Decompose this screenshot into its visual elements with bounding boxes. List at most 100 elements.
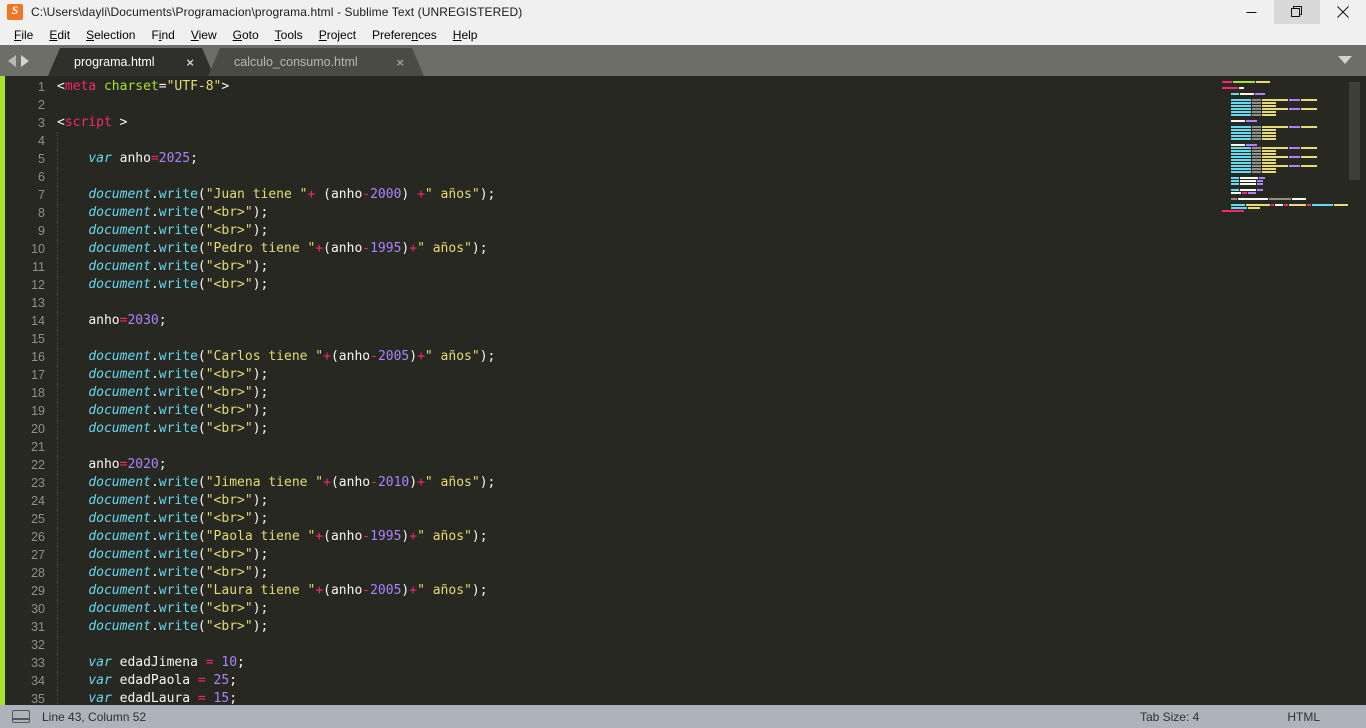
code-line[interactable]: 5 var anho=2025; xyxy=(0,150,1218,168)
console-panel-icon[interactable] xyxy=(12,710,30,723)
code-line[interactable]: 10 document.write("Pedro tiene "+(anho-1… xyxy=(0,240,1218,258)
code-line[interactable]: 14 anho=2030; xyxy=(0,312,1218,330)
close-button[interactable] xyxy=(1320,0,1366,24)
menu-item-edit[interactable]: Edit xyxy=(41,26,78,44)
menu-item-selection[interactable]: Selection xyxy=(78,26,143,44)
line-number: 24 xyxy=(31,494,45,508)
restore-button[interactable] xyxy=(1274,0,1320,24)
menu-item-help[interactable]: Help xyxy=(445,26,486,44)
minimap-segment xyxy=(1261,110,1276,113)
code-line[interactable]: 35 var edadLaura = 15; xyxy=(0,690,1218,705)
code-line[interactable]: 1 <meta charset="UTF-8"> xyxy=(0,78,1218,96)
syntax-label[interactable]: HTML xyxy=(1287,710,1320,724)
code-line[interactable]: 18 document.write("<br>"); xyxy=(0,384,1218,402)
tab-calculo_consumo-html[interactable]: calculo_consumo.html × xyxy=(208,48,424,76)
menu-item-view[interactable]: View xyxy=(183,26,225,44)
vertical-scrollbar[interactable] xyxy=(1349,82,1360,180)
minimap-segment xyxy=(1230,128,1251,131)
code-text: document.write("<br>"); xyxy=(88,259,269,274)
tab-close-icon[interactable]: × xyxy=(396,56,404,69)
minimap-segment xyxy=(1288,98,1300,101)
code-line[interactable]: 7 document.write("Juan tiene "+ (anho-20… xyxy=(0,186,1218,204)
code-line[interactable]: 30 document.write("<br>"); xyxy=(0,600,1218,618)
menu-item-tools[interactable]: Tools xyxy=(267,26,311,44)
minimap-segment xyxy=(1261,170,1276,173)
code-line[interactable]: 17 document.write("<br>"); xyxy=(0,366,1218,384)
line-number: 11 xyxy=(32,260,45,274)
minimap-segment xyxy=(1270,203,1275,206)
code-line[interactable]: 25 document.write("<br>"); xyxy=(0,510,1218,528)
menu-item-goto[interactable]: Goto xyxy=(225,26,267,44)
indent-guide xyxy=(57,132,59,150)
minimap-segment xyxy=(1239,179,1256,182)
code-line[interactable]: 22 anho=2020; xyxy=(0,456,1218,474)
minimap-segment xyxy=(1261,161,1276,164)
code-line[interactable]: 13 xyxy=(0,294,1218,312)
minimap-segment xyxy=(1222,86,1238,89)
code-line[interactable]: 26 document.write("Paola tiene "+(anho-1… xyxy=(0,528,1218,546)
minimap-segment xyxy=(1237,197,1268,200)
menu-item-project[interactable]: Project xyxy=(311,26,364,44)
code-text: var edadLaura = 15; xyxy=(88,691,238,705)
minimap-segment xyxy=(1251,161,1261,164)
minimap-segment xyxy=(1239,188,1256,191)
tab-programa-html[interactable]: programa.html × xyxy=(48,48,214,76)
minimap-segment xyxy=(1230,137,1251,140)
code-line[interactable]: 19 document.write("<br>"); xyxy=(0,402,1218,420)
code-line[interactable]: 4 xyxy=(0,132,1218,150)
menu-item-preferences[interactable]: Preferences xyxy=(364,26,445,44)
line-number: 1 xyxy=(38,80,45,94)
code-line[interactable]: 29 document.write("Laura tiene "+(anho-2… xyxy=(0,582,1218,600)
code-line[interactable]: 24 document.write("<br>"); xyxy=(0,492,1218,510)
code-line[interactable]: 3 <script > xyxy=(0,114,1218,132)
minimap-segment xyxy=(1230,125,1251,128)
code-line[interactable]: 9 document.write("<br>"); xyxy=(0,222,1218,240)
arrow-right-icon[interactable] xyxy=(21,54,29,67)
minimap-segment xyxy=(1300,107,1317,110)
tab-close-icon[interactable]: × xyxy=(186,56,194,69)
minimap-segment xyxy=(1230,197,1237,200)
code-line[interactable]: 34 var edadPaola = 25; xyxy=(0,672,1218,690)
menu-item-find[interactable]: Find xyxy=(143,26,182,44)
code-text: var edadPaola = 25; xyxy=(88,673,238,688)
minimap-segment xyxy=(1256,182,1263,185)
line-number: 8 xyxy=(38,206,45,220)
line-number: 5 xyxy=(38,152,45,166)
line-number: 12 xyxy=(31,278,45,292)
code-line[interactable]: 11 document.write("<br>"); xyxy=(0,258,1218,276)
chevron-down-icon[interactable] xyxy=(1338,56,1352,64)
code-text: document.write("Juan tiene "+ (anho-2000… xyxy=(88,187,496,202)
minimap[interactable] xyxy=(1218,76,1366,705)
code-line[interactable]: 21 xyxy=(0,438,1218,456)
tab-size-label[interactable]: Tab Size: 4 xyxy=(1140,710,1199,724)
code-line[interactable]: 33 var edadJimena = 10; xyxy=(0,654,1218,672)
minimize-button[interactable] xyxy=(1228,0,1274,24)
minimap-segment xyxy=(1261,134,1276,137)
minimap-segment xyxy=(1288,107,1300,110)
code-line[interactable]: 28 document.write("<br>"); xyxy=(0,564,1218,582)
cursor-position-label: Line 43, Column 52 xyxy=(42,709,147,724)
code-line[interactable]: 20 document.write("<br>"); xyxy=(0,420,1218,438)
code-line[interactable]: 2 xyxy=(0,96,1218,114)
minimap-segment xyxy=(1230,92,1239,95)
code-line[interactable]: 12 document.write("<br>"); xyxy=(0,276,1218,294)
minimap-segment xyxy=(1275,203,1284,206)
code-pane[interactable]: 1 <meta charset="UTF-8"> 2 3 <script >4 5 var… xyxy=(0,76,1218,705)
code-line[interactable]: 6 xyxy=(0,168,1218,186)
minimap-segment xyxy=(1222,209,1244,212)
menu-item-file[interactable]: File xyxy=(6,26,41,44)
code-line[interactable]: 15 xyxy=(0,330,1218,348)
editor-area[interactable]: 1 <meta charset="UTF-8"> 2 3 <script >4 5 var… xyxy=(0,76,1366,705)
code-line[interactable]: 23 document.write("Jimena tiene "+(anho-… xyxy=(0,474,1218,492)
arrow-left-icon[interactable] xyxy=(8,54,16,67)
minimap-segment xyxy=(1230,149,1251,152)
code-line[interactable]: 16 document.write("Carlos tiene "+(anho-… xyxy=(0,348,1218,366)
indent-guide xyxy=(57,168,59,186)
code-line[interactable]: 8 document.write("<br>"); xyxy=(0,204,1218,222)
minimap-segment xyxy=(1256,179,1263,182)
code-line[interactable]: 31 document.write("<br>"); xyxy=(0,618,1218,636)
minimap-segment xyxy=(1261,158,1276,161)
code-line[interactable]: 27 document.write("<br>"); xyxy=(0,546,1218,564)
tab-nav-arrows xyxy=(8,45,29,76)
code-line[interactable]: 32 xyxy=(0,636,1218,654)
